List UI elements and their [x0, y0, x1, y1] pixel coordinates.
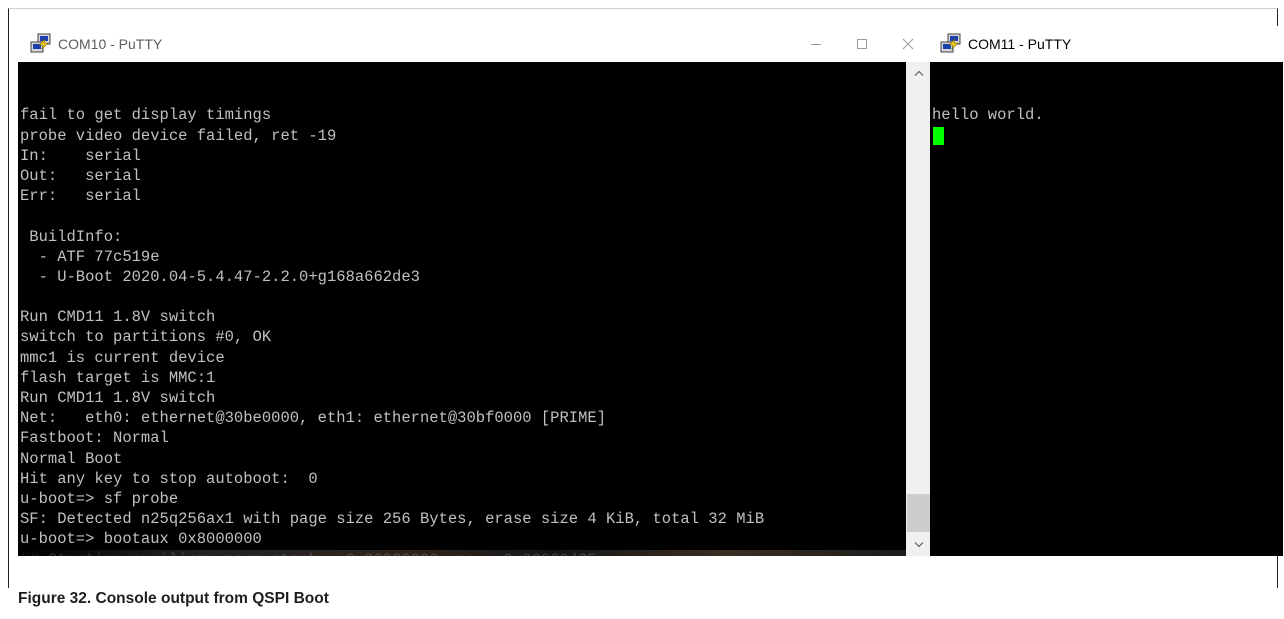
terminal-line: flash target is MMC:1 — [20, 368, 906, 388]
terminal-line: Fastboot: Normal — [20, 428, 906, 448]
terminal-line-text: u-boot=> bootaux 0x8000000 — [20, 530, 262, 549]
putty-window-com11[interactable]: COM11 - PuTTY hello world. — [930, 26, 1283, 556]
terminal-line: Hit any key to stop autoboot: 0 — [20, 469, 906, 489]
title-bar[interactable]: COM10 - PuTTY — [18, 26, 931, 62]
putty-icon — [940, 33, 961, 53]
figure-caption: Figure 32. Console output from QSPI Boot — [18, 590, 329, 607]
terminal-cursor — [933, 126, 944, 145]
terminal-line-text: probe video device failed, ret -19 — [20, 126, 337, 145]
terminal-line-text: flash target is MMC:1 — [20, 368, 216, 387]
terminal-line: Out: serial — [20, 166, 906, 186]
background-window-strip — [18, 550, 906, 556]
terminal-lines: fail to get display timings probe video d… — [18, 102, 906, 556]
chevron-down-icon — [914, 542, 923, 548]
terminal-line-text: Net: eth0: ethernet@30be0000, eth1: ethe… — [20, 409, 606, 428]
terminal-line: Net: eth0: ethernet@30be0000, eth1: ethe… — [20, 408, 906, 428]
terminal-line-text: BuildInfo: — [20, 227, 123, 246]
terminal-line-text: - ATF 77c519e — [20, 247, 160, 266]
terminal-line: Err: serial — [20, 186, 906, 206]
terminal-line: probe video device failed, ret -19 — [20, 126, 906, 146]
terminal-line: BuildInfo: — [20, 227, 906, 247]
window-title: COM10 - PuTTY — [58, 36, 163, 52]
maximize-icon — [857, 39, 867, 49]
terminal-line-text: hello world. — [932, 106, 1044, 125]
minimize-icon — [811, 44, 821, 45]
terminal-line: Normal Boot — [20, 449, 906, 469]
terminal-line: - ATF 77c519e — [20, 247, 906, 267]
terminal-line: Run CMD11 1.8V switch — [20, 388, 906, 408]
terminal-line-text: Run CMD11 1.8V switch — [20, 308, 216, 327]
terminal-line: mmc1 is current device — [20, 348, 906, 368]
terminal-line-text: u-boot=> sf probe — [20, 489, 179, 508]
terminal-line-text: Fastboot: Normal — [20, 429, 169, 448]
terminal-line: u-boot=> sf probe — [20, 489, 906, 509]
title-bar[interactable]: COM11 - PuTTY — [930, 26, 1283, 62]
window-title: COM11 - PuTTY — [968, 36, 1072, 52]
terminal-output[interactable]: fail to get display timings probe video d… — [18, 62, 906, 556]
terminal-line-text: Normal Boot — [20, 449, 123, 468]
terminal-output[interactable]: hello world. — [930, 62, 1283, 556]
terminal-line-text: Hit any key to stop autoboot: 0 — [20, 469, 318, 488]
chevron-up-icon — [914, 70, 923, 76]
close-button[interactable] — [885, 26, 931, 62]
terminal-line-text: Run CMD11 1.8V switch — [20, 389, 216, 408]
terminal-line-text: SF: Detected n25q256ax1 with page size 2… — [20, 510, 765, 529]
terminal-line-text: In: serial — [20, 146, 141, 165]
maximize-button[interactable] — [839, 26, 885, 62]
putty-icon — [30, 33, 51, 53]
terminal-line-text: Out: serial — [20, 166, 141, 185]
terminal-line: hello world. — [932, 105, 1283, 125]
terminal-line: SF: Detected n25q256ax1 with page size 2… — [20, 509, 906, 529]
scroll-up-button[interactable] — [906, 62, 931, 84]
terminal-lines: hello world. — [930, 102, 1283, 145]
terminal-line-text: fail to get display timings — [20, 106, 272, 125]
terminal-line-text: - U-Boot 2020.04-5.4.47-2.2.0+g168a662de… — [20, 267, 420, 286]
scroll-down-button[interactable] — [906, 534, 931, 556]
minimize-button[interactable] — [793, 26, 839, 62]
scrollbar-thumb[interactable] — [907, 494, 930, 532]
close-icon — [902, 38, 914, 50]
putty-window-com10[interactable]: COM10 - PuTTY fail to get display timing… — [18, 26, 931, 556]
vertical-scrollbar[interactable] — [906, 62, 931, 556]
terminal-line: - U-Boot 2020.04-5.4.47-2.2.0+g168a662de… — [20, 267, 906, 287]
terminal-line: In: serial — [20, 146, 906, 166]
terminal-line-text: switch to partitions #0, OK — [20, 328, 272, 347]
terminal-line-text: Err: serial — [20, 187, 141, 206]
terminal-line: u-boot=> bootaux 0x8000000 — [20, 529, 906, 549]
terminal-line: fail to get display timings — [20, 105, 906, 125]
terminal-line: switch to partitions #0, OK — [20, 327, 906, 347]
terminal-line-text: mmc1 is current device — [20, 348, 225, 367]
terminal-line: Run CMD11 1.8V switch — [20, 307, 906, 327]
